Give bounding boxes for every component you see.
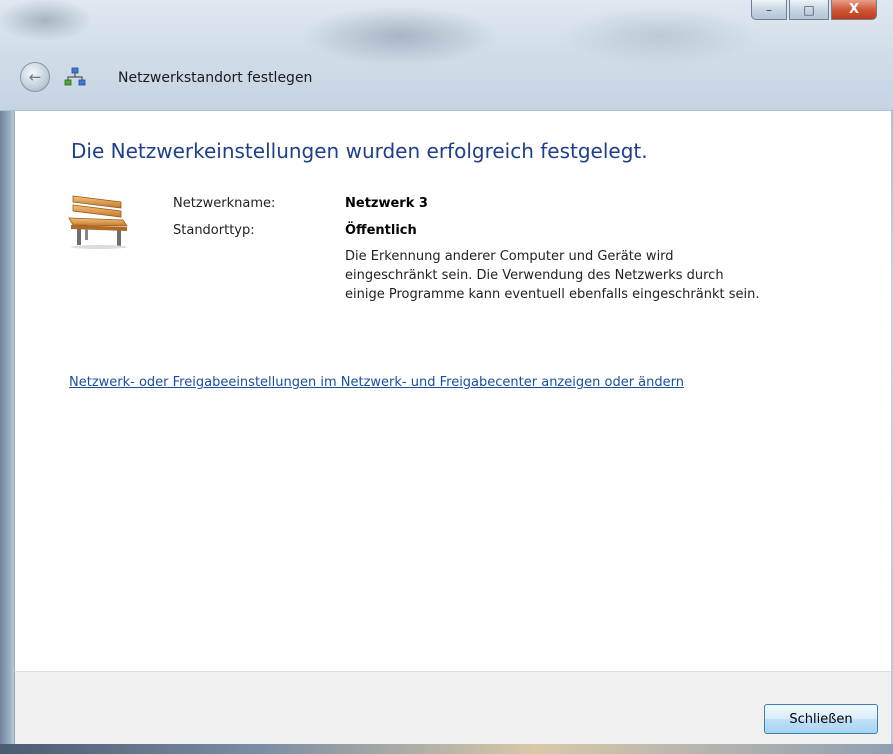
minimize-button[interactable]: – — [751, 0, 787, 20]
network-name-value: Netzwerk 3 — [345, 196, 428, 211]
network-icon — [64, 67, 86, 86]
content-panel: Die Netzwerkeinstellungen wurden erfolgr… — [14, 111, 891, 671]
network-name-label: Netzwerkname: — [173, 196, 276, 211]
close-button[interactable]: Schließen — [764, 704, 878, 734]
close-window-button[interactable]: X — [831, 0, 877, 20]
maximize-button[interactable]: □ — [789, 0, 829, 20]
taskbar-edge — [0, 744, 893, 754]
background-blur — [300, 6, 500, 66]
network-sharing-center-link[interactable]: Netzwerk- oder Freigabeeinstellungen im … — [69, 375, 684, 390]
window-controls: – □ X — [751, 0, 877, 20]
page-heading: Die Netzwerkeinstellungen wurden erfolgr… — [71, 139, 648, 163]
back-button[interactable]: ← — [20, 62, 50, 92]
location-description: Die Erkennung anderer Computer und Gerät… — [345, 249, 760, 302]
location-type-value: Öffentlich — [345, 223, 417, 238]
window-title: Netzwerkstandort festlegen — [118, 70, 313, 86]
park-bench-icon — [68, 195, 128, 249]
footer-bar: Schließen — [14, 671, 891, 744]
back-arrow-icon: ← — [28, 68, 42, 86]
window-border — [0, 111, 14, 744]
background-blur — [0, 0, 90, 40]
background-blur — [560, 6, 760, 66]
location-type-label: Standorttyp: — [173, 223, 255, 238]
